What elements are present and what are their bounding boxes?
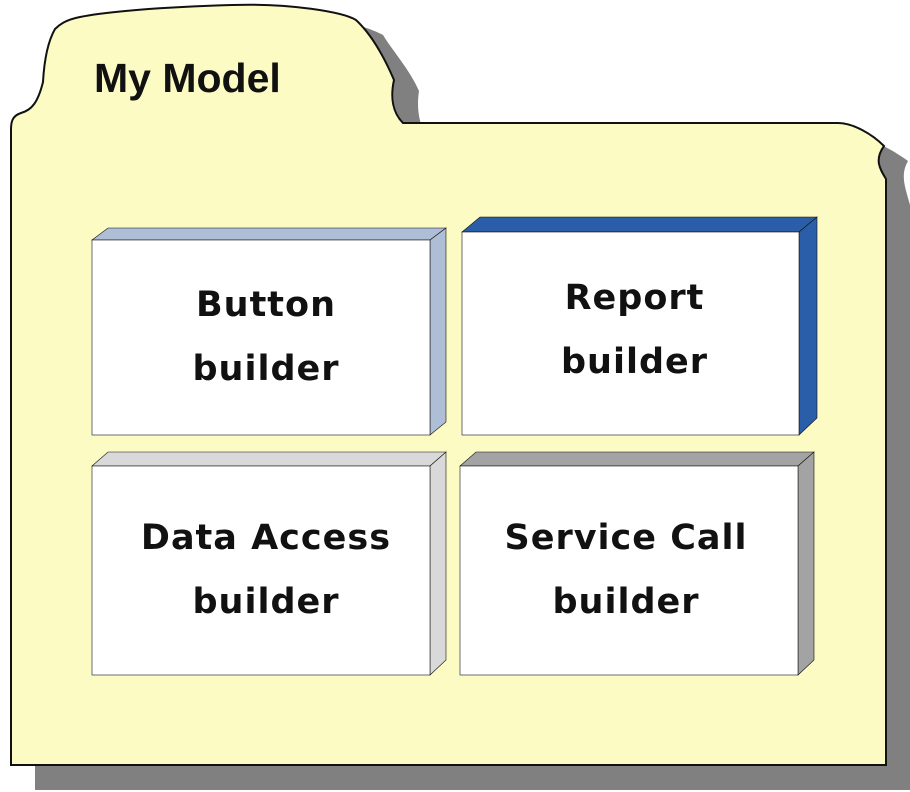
folder-title: My Model (94, 55, 281, 101)
button-builder-label-line1: Button (195, 285, 337, 325)
service-call-builder-box-top (459, 451, 815, 467)
button-builder-label-line2: builder (192, 349, 340, 389)
data-access-builder-label-line2: builder (192, 582, 340, 622)
data-access-builder-label-line1: Data Access (140, 518, 392, 558)
button-builder-label: Button builder (92, 272, 440, 402)
report-builder-label: Report builder (462, 265, 807, 395)
report-builder-label-line2: builder (560, 342, 709, 382)
service-call-builder-label: Service Call builder (460, 505, 792, 635)
service-call-builder-label-line2: builder (552, 582, 700, 622)
report-builder-box-top (461, 216, 818, 233)
data-access-builder-box-top (91, 451, 447, 467)
data-access-builder-label: Data Access builder (92, 505, 440, 635)
button-builder-box-top (91, 227, 447, 241)
report-builder-label-line1: Report (564, 278, 705, 318)
service-call-builder-box-side (797, 451, 815, 676)
service-call-builder-label-line1: Service Call (504, 518, 748, 558)
